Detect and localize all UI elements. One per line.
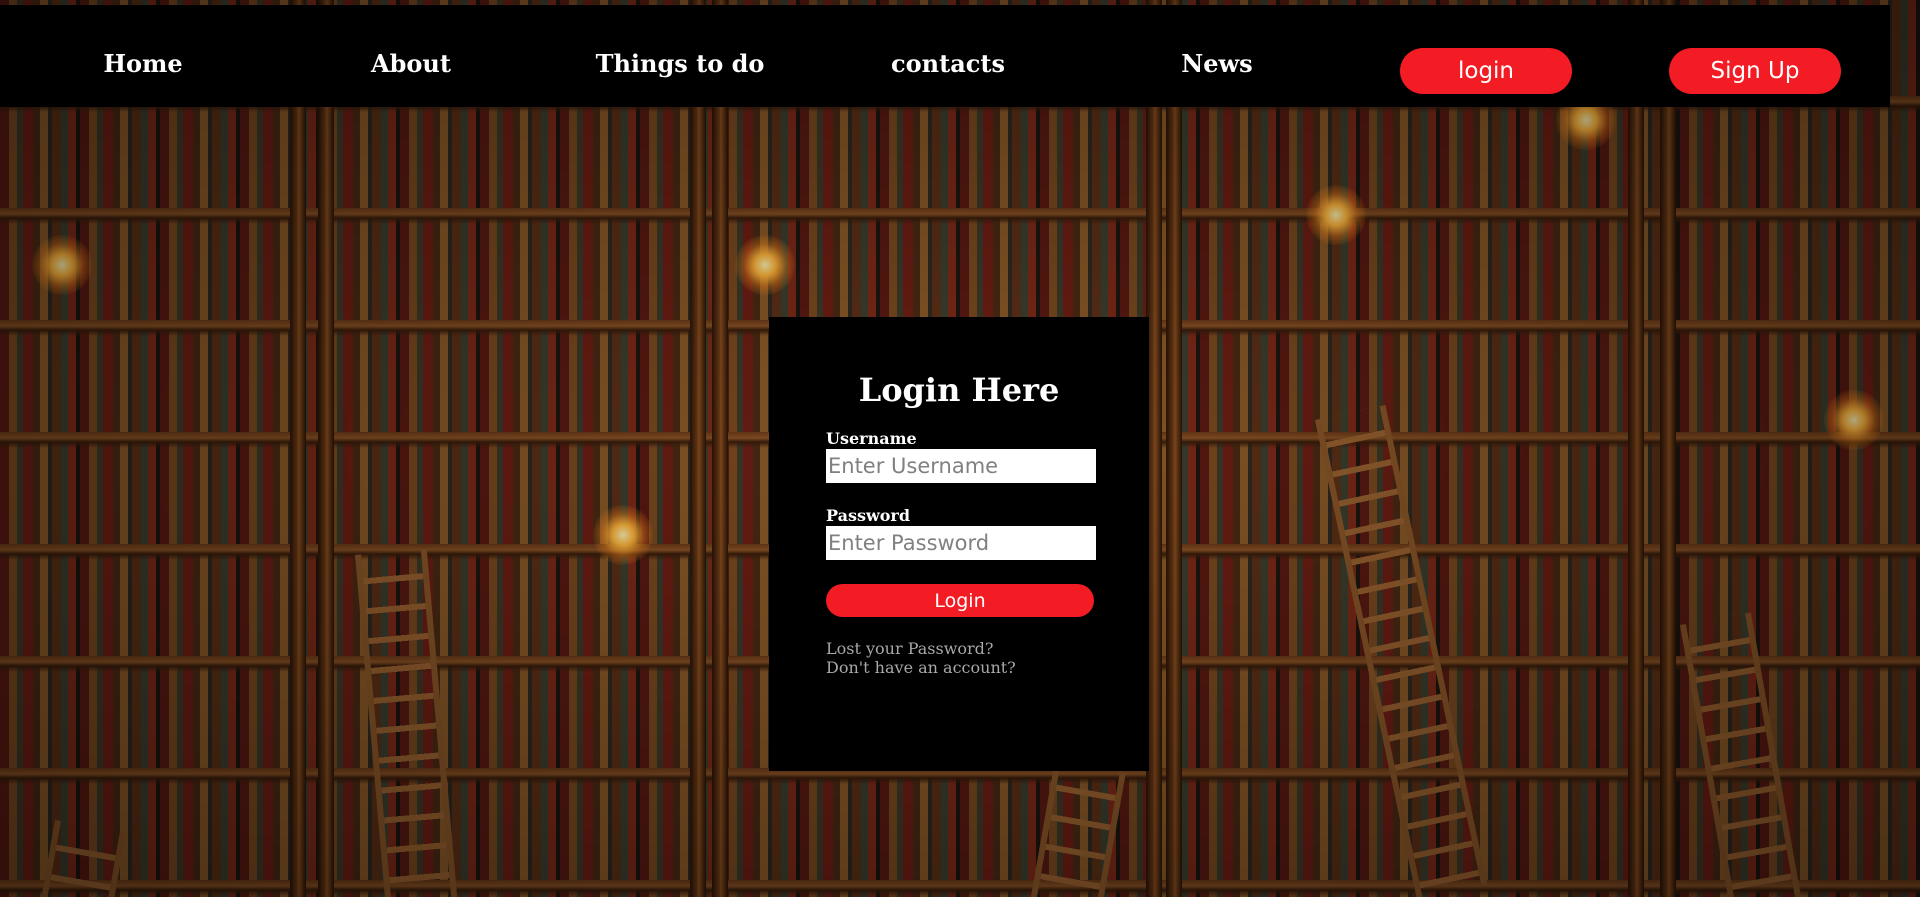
- login-title: Login Here: [858, 371, 1060, 409]
- login-button[interactable]: login: [1400, 48, 1572, 94]
- nav-link-things-to-do[interactable]: Things to do: [596, 49, 765, 78]
- username-input[interactable]: [826, 449, 1096, 483]
- nav-link-about[interactable]: About: [371, 49, 451, 78]
- create-account-link[interactable]: Don't have an account?: [826, 658, 1016, 677]
- password-input[interactable]: [826, 526, 1096, 560]
- nav-link-news[interactable]: News: [1181, 49, 1252, 78]
- lost-password-link[interactable]: Lost your Password?: [826, 639, 994, 658]
- nav-link-home[interactable]: Home: [103, 49, 182, 78]
- login-submit-button[interactable]: Login: [826, 584, 1094, 617]
- password-label: Password: [826, 506, 911, 525]
- top-navbar: Home About Things to do contacts News lo…: [0, 5, 1890, 107]
- username-label: Username: [826, 429, 917, 448]
- login-panel: Login Here Username Password Login Lost …: [769, 317, 1149, 771]
- signup-button[interactable]: Sign Up: [1669, 48, 1841, 94]
- nav-link-contacts[interactable]: contacts: [891, 49, 1005, 78]
